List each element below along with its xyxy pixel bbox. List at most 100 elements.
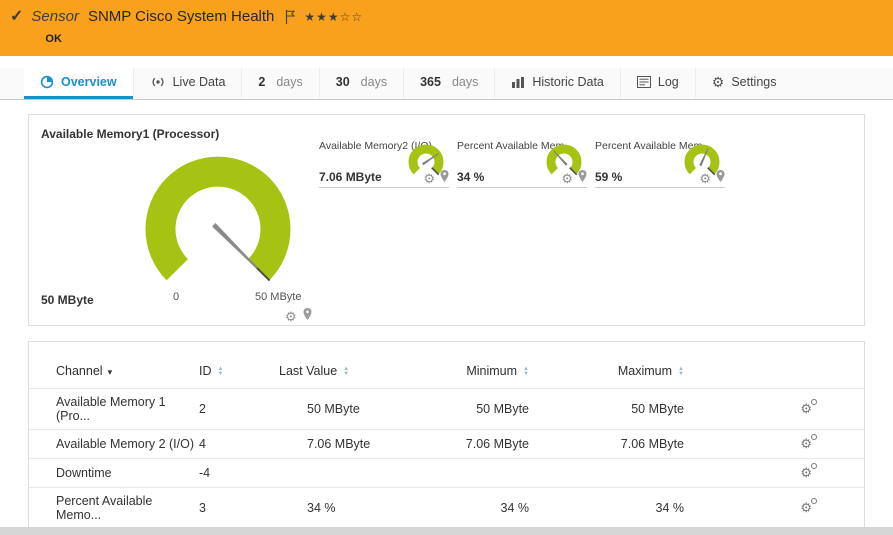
channel-settings-gear-icon[interactable]: ⚙ — [800, 465, 812, 481]
priority-stars[interactable]: ★★★☆☆ — [304, 10, 363, 24]
live-data-icon — [150, 75, 166, 89]
channels-table-panel: Channel ▾ ID▲▼ Last Value ▲▼ Minimum ▲▼ Max… — [28, 341, 865, 535]
table-row: Percent Available Memo... 3 34 % 34 % 34… — [29, 488, 864, 529]
tab-log[interactable]: Log — [620, 68, 695, 99]
channel-name[interactable]: Downtime — [29, 459, 199, 488]
table-row: Available Memory 1 (Pro... 2 50 MByte 50… — [29, 389, 864, 430]
gauge-pin-icon[interactable] — [440, 169, 449, 187]
tab-label: Log — [658, 75, 679, 89]
channel-settings-gear-icon[interactable]: ⚙ — [800, 500, 812, 516]
gauge-settings-gear-icon[interactable]: ⚙ — [285, 310, 297, 323]
channel-maximum — [529, 459, 684, 488]
col-label: Channel — [56, 364, 103, 378]
gauge-percent-available-memory-1: Percent Available Mem... 34 % ⚙ — [457, 140, 587, 188]
tab-unit: days — [276, 75, 302, 89]
channel-maximum: 50 MByte — [529, 389, 684, 430]
channel-minimum: 50 MByte — [399, 389, 529, 430]
channel-name[interactable]: Available Memory 2 (I/O) — [29, 430, 199, 459]
channel-id: -4 — [199, 459, 279, 488]
channel-settings-gear-icon[interactable]: ⚙ — [800, 401, 812, 417]
tab-30-days[interactable]: 30 days — [319, 68, 403, 99]
col-label: Minimum — [466, 364, 517, 378]
col-label: Maximum — [618, 364, 672, 378]
tab-unit: days — [452, 75, 478, 89]
col-header-id[interactable]: ID▲▼ — [199, 342, 279, 389]
channel-name[interactable]: Percent Available Memo... — [29, 488, 199, 529]
gauge-value: 59 % — [595, 170, 622, 184]
tab-overview[interactable]: Overview — [24, 68, 133, 99]
channels-table: Channel ▾ ID▲▼ Last Value ▲▼ Minimum ▲▼ Max… — [29, 342, 864, 535]
stars-empty: ☆☆ — [340, 10, 364, 24]
sensor-header: ✓ Sensor SNMP Cisco System Health ★★★☆☆ … — [0, 0, 893, 56]
tab-label: Historic Data — [532, 75, 604, 89]
channel-minimum: 34 % — [399, 488, 529, 529]
tab-2-days[interactable]: 2 days — [241, 68, 318, 99]
tab-num: 2 — [258, 75, 265, 89]
col-header-minimum[interactable]: Minimum ▲▼ — [399, 342, 529, 389]
status-ok-check-icon: ✓ — [10, 8, 23, 26]
sort-desc-icon: ▾ — [108, 367, 113, 377]
stars-filled: ★★★ — [304, 10, 339, 24]
gauge-pin-icon[interactable] — [578, 169, 587, 187]
status-badge: OK — [45, 33, 363, 45]
prtg-sensor-page: ✓ Sensor SNMP Cisco System Health ★★★☆☆ … — [0, 0, 893, 535]
gauge-settings-gear-icon[interactable]: ⚙ — [423, 172, 435, 185]
channel-last-value: 34 % — [279, 488, 399, 529]
tab-historic-data[interactable]: Historic Data — [494, 68, 620, 99]
channel-last-value — [279, 459, 399, 488]
channel-id: 2 — [199, 389, 279, 430]
tab-label: Settings — [731, 75, 776, 89]
table-header-row: Channel ▾ ID▲▼ Last Value ▲▼ Minimum ▲▼ Max… — [29, 342, 864, 389]
gauge-scale-max: 50 MByte — [255, 291, 301, 303]
gauges-panel: Available Memory1 (Processor) 0 50 MByte… — [28, 114, 865, 326]
sort-icon: ▲▼ — [218, 367, 224, 377]
channel-last-value: 7.06 MByte — [279, 430, 399, 459]
gauge-percent-available-memory-2: Percent Available Mem... 59 % ⚙ — [595, 140, 725, 188]
col-header-settings — [684, 342, 864, 389]
channel-settings-gear-icon[interactable]: ⚙ — [800, 436, 812, 452]
log-list-icon — [637, 76, 651, 88]
bar-chart-icon — [511, 76, 525, 89]
channel-maximum: 7.06 MByte — [529, 430, 684, 459]
col-label: Last Value — [279, 364, 337, 378]
flag-icon[interactable] — [285, 10, 295, 24]
gauge-available-memory1: Available Memory1 (Processor) 0 50 MByte… — [39, 125, 315, 315]
tab-num: 30 — [336, 75, 350, 89]
tab-bar: Overview Live Data 2 days 30 days 365 da… — [0, 68, 893, 100]
overview-icon — [40, 75, 54, 89]
tab-settings[interactable]: ⚙ Settings — [695, 68, 793, 99]
bottom-scroll-strip[interactable] — [0, 527, 893, 535]
channel-minimum: 7.06 MByte — [399, 430, 529, 459]
col-header-channel[interactable]: Channel ▾ — [29, 342, 199, 389]
gauge-value: 7.06 MByte — [319, 170, 382, 184]
tab-num: 365 — [420, 75, 441, 89]
header-main: Sensor SNMP Cisco System Health ★★★☆☆ OK — [31, 8, 363, 45]
gauge-title: Available Memory1 (Processor) — [41, 127, 219, 141]
gauge-available-memory2: Available Memory2 (I/O) 7.06 MByte ⚙ — [319, 140, 449, 188]
gauge-settings-gear-icon[interactable]: ⚙ — [699, 172, 711, 185]
channel-last-value: 50 MByte — [279, 389, 399, 430]
channel-name[interactable]: Available Memory 1 (Pro... — [29, 389, 199, 430]
tab-365-days[interactable]: 365 days — [403, 68, 494, 99]
channel-id: 3 — [199, 488, 279, 529]
gauge-value: 34 % — [457, 170, 484, 184]
gauge-pin-icon[interactable] — [303, 307, 312, 325]
gauge-settings-gear-icon[interactable]: ⚙ — [561, 172, 573, 185]
sensor-kind-label: Sensor — [31, 8, 79, 25]
gauge-needle — [212, 223, 259, 270]
primary-gauge — [103, 149, 333, 301]
gauge-pin-icon[interactable] — [716, 169, 725, 187]
tab-unit: days — [361, 75, 387, 89]
tab-live-data[interactable]: Live Data — [133, 68, 242, 99]
sort-icon: ▲▼ — [678, 367, 684, 377]
col-header-last-value[interactable]: Last Value ▲▼ — [279, 342, 399, 389]
tab-label: Overview — [61, 75, 117, 89]
sort-icon: ▲▼ — [343, 367, 349, 377]
sort-icon: ▲▼ — [523, 367, 529, 377]
table-row: Available Memory 2 (I/O) 4 7.06 MByte 7.… — [29, 430, 864, 459]
col-header-maximum[interactable]: Maximum ▲▼ — [529, 342, 684, 389]
tab-label: Live Data — [173, 75, 226, 89]
table-row: Downtime -4 ⚙ — [29, 459, 864, 488]
gear-icon: ⚙ — [712, 75, 725, 89]
gauge-value: 50 MByte — [41, 293, 94, 307]
